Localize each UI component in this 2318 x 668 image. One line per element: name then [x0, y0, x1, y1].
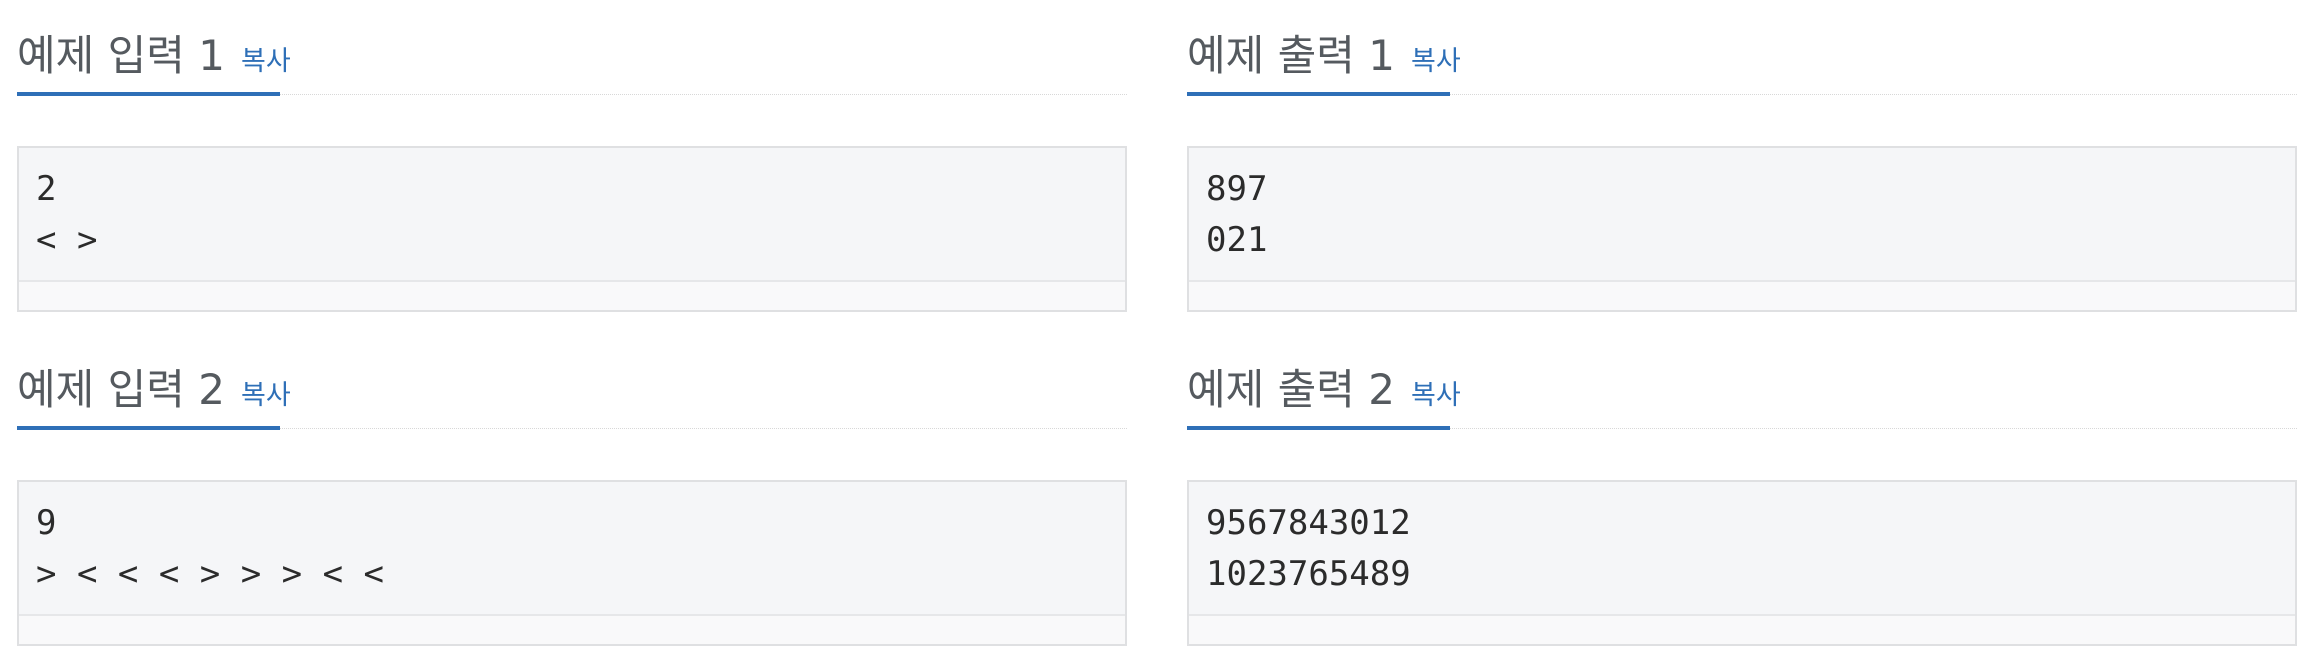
code-line: 897: [1206, 169, 1268, 209]
sample-input-2-title: 예제 입력 2: [17, 365, 225, 414]
sample-output-1: 예제 출력 1 복사 897 021: [1187, 0, 2297, 334]
sample-output-1-headline: 예제 출력 1 복사: [1187, 22, 1461, 80]
code-line: 021: [1206, 220, 1268, 260]
code-line: < >: [36, 220, 98, 260]
sample-inputs-column: 예제 입력 1 복사 2 < > 예제 입력 2 복사 9 > < < < > > …: [17, 0, 1127, 668]
sample-output-2-code-block[interactable]: 9567843012 1023765489: [1187, 480, 2297, 646]
sample-input-1-code: 2 < >: [36, 164, 97, 266]
sample-output-2-code: 9567843012 1023765489: [1206, 498, 1411, 600]
sample-output-1-code: 897 021: [1206, 164, 1267, 266]
sample-output-1-title: 예제 출력 1: [1187, 31, 1395, 80]
sample-input-2-code-block[interactable]: 9 > < < < > > > < <: [17, 480, 1127, 646]
sample-outputs-column: 예제 출력 1 복사 897 021 예제 출력 2 복사 9567843012 1…: [1187, 0, 2297, 668]
sample-output-1-code-block[interactable]: 897 021: [1187, 146, 2297, 312]
code-line: > < < < > > > < <: [36, 554, 384, 594]
sample-input-2-headline: 예제 입력 2 복사: [17, 356, 291, 414]
sample-output-2: 예제 출력 2 복사 9567843012 1023765489: [1187, 334, 2297, 668]
headline-accent-underline: [1187, 92, 1450, 96]
sample-input-1: 예제 입력 1 복사 2 < >: [17, 0, 1127, 334]
sample-output-2-title: 예제 출력 2: [1187, 365, 1395, 414]
sample-output-2-headline: 예제 출력 2 복사: [1187, 356, 1461, 414]
code-line: 1023765489: [1206, 554, 1411, 594]
sample-input-2-code: 9 > < < < > > > < <: [36, 498, 384, 600]
code-line: 9567843012: [1206, 503, 1411, 543]
copy-button[interactable]: 복사: [1411, 373, 1461, 412]
headline-accent-underline: [17, 426, 280, 430]
sample-input-1-headline: 예제 입력 1 복사: [17, 22, 291, 80]
sample-input-2: 예제 입력 2 복사 9 > < < < > > > < <: [17, 334, 1127, 668]
headline-accent-underline: [17, 92, 280, 96]
copy-button[interactable]: 복사: [241, 39, 291, 78]
headline-accent-underline: [1187, 426, 1450, 430]
code-block-footer: [19, 280, 1125, 310]
sample-input-1-title: 예제 입력 1: [17, 31, 225, 80]
sample-input-1-code-block[interactable]: 2 < >: [17, 146, 1127, 312]
code-line: 2: [36, 169, 57, 209]
copy-button[interactable]: 복사: [1411, 39, 1461, 78]
code-block-footer: [19, 614, 1125, 644]
code-block-footer: [1189, 614, 2295, 644]
code-block-footer: [1189, 280, 2295, 310]
copy-button[interactable]: 복사: [241, 373, 291, 412]
code-line: 9: [36, 503, 57, 543]
